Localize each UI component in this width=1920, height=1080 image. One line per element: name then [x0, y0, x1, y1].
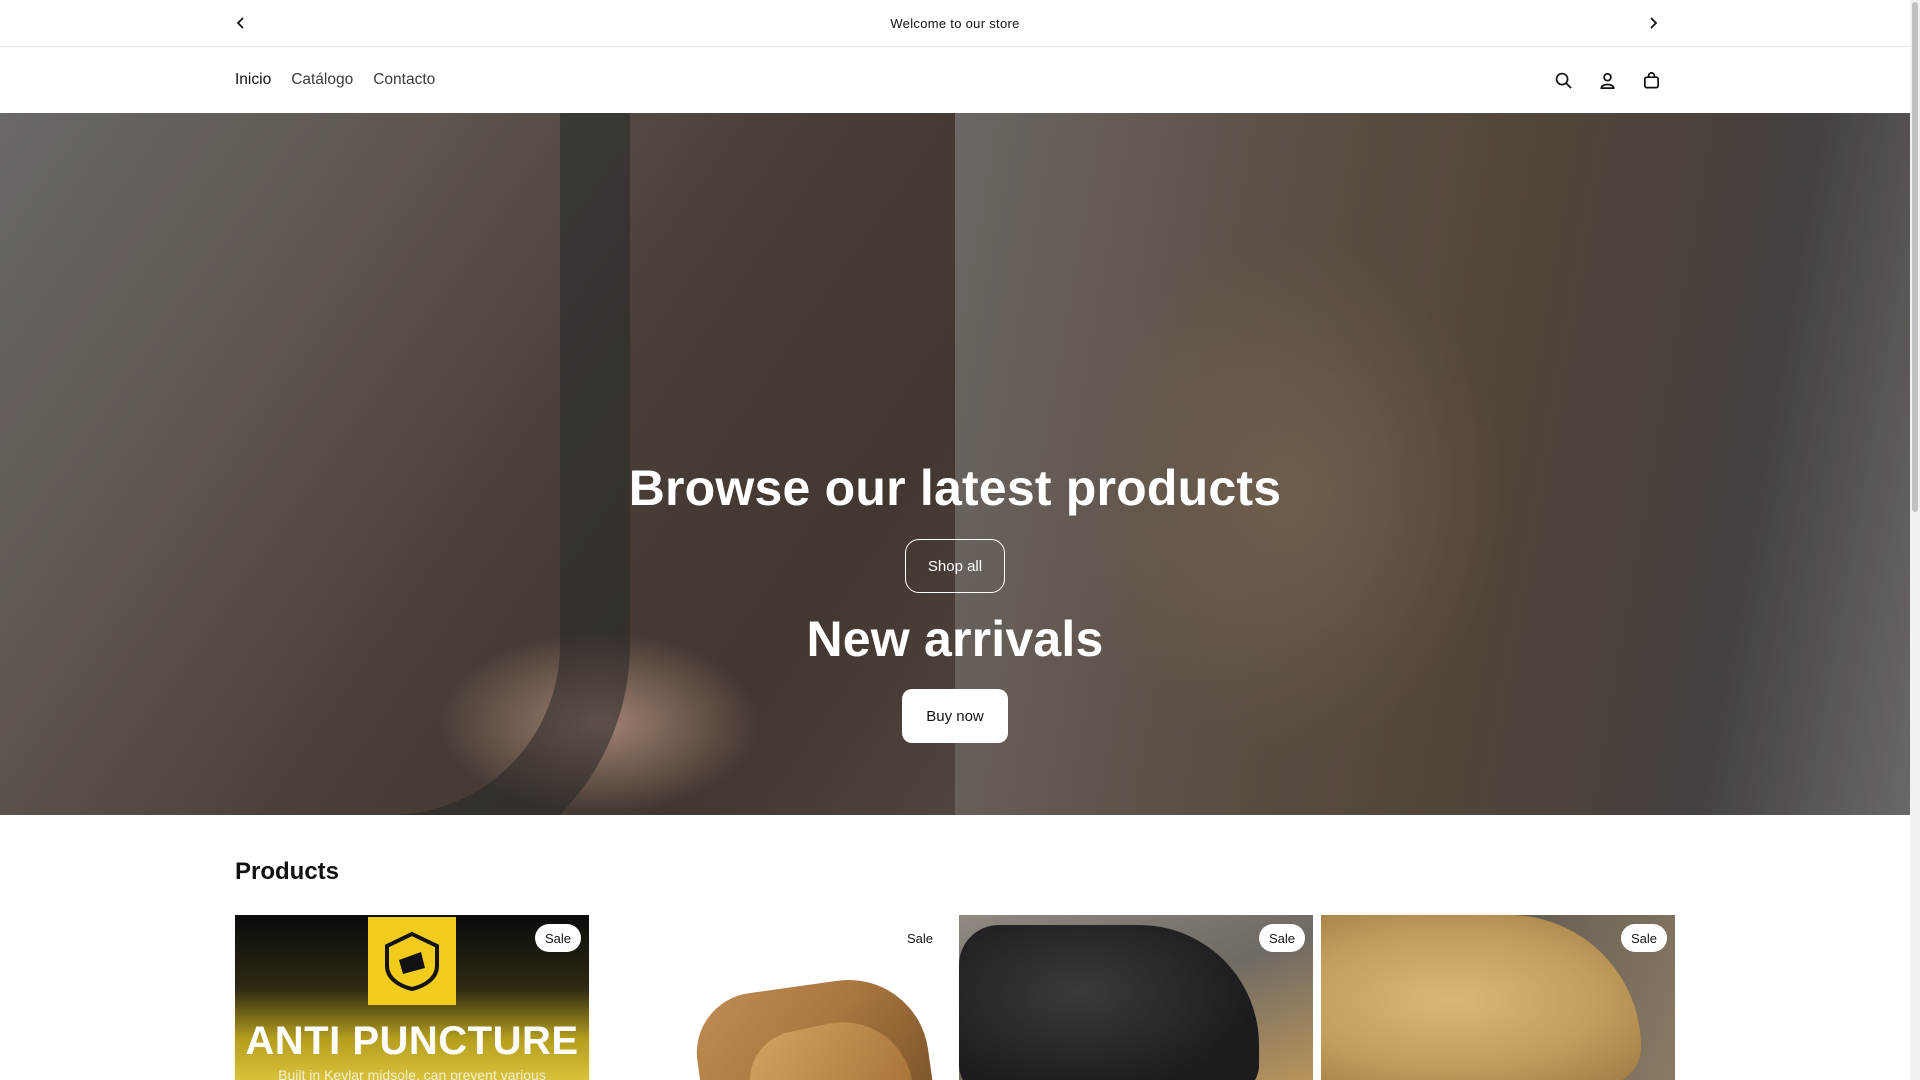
nav-link-inicio[interactable]: Inicio — [235, 71, 271, 89]
product-image-subtext: Built in Kevlar midsole, can prevent var… — [278, 1067, 546, 1080]
shield-logo-icon — [368, 917, 456, 1005]
announcement-next-button[interactable] — [1640, 10, 1666, 36]
nav-link-catalogo[interactable]: Catálogo — [291, 71, 353, 89]
chevron-left-icon — [236, 17, 244, 29]
search-icon — [1555, 72, 1572, 89]
scrollbar-thumb[interactable] — [1912, 2, 1918, 512]
account-icon — [1599, 72, 1615, 89]
site-header: Inicio Catálogo Contacto — [0, 47, 1910, 113]
sale-badge: Sale — [1620, 924, 1667, 952]
products-heading: Products — [235, 858, 340, 885]
cart-button[interactable] — [1639, 68, 1663, 92]
hero-content: Browse our latest products Shop all New … — [0, 113, 1910, 815]
sale-badge: Sale — [534, 924, 581, 952]
product-card[interactable]: Sale — [959, 915, 1313, 1080]
cart-icon — [1643, 71, 1659, 88]
page-scrollbar[interactable] — [1910, 0, 1920, 1080]
hero-banner: Browse our latest products Shop all New … — [0, 113, 1910, 815]
nav-link-contacto[interactable]: Contacto — [373, 71, 435, 89]
product-card[interactable]: Sale — [1321, 915, 1675, 1080]
announcement-prev-button[interactable] — [228, 10, 254, 36]
search-button[interactable] — [1551, 68, 1575, 92]
main-nav: Inicio Catálogo Contacto — [235, 47, 435, 113]
product-card[interactable]: ANTI PUNCTURE Built in Kevlar midsole, c… — [235, 915, 589, 1080]
buy-now-button[interactable]: Buy now — [902, 689, 1008, 743]
product-image-text: ANTI PUNCTURE — [245, 1019, 579, 1063]
sale-badge: Sale — [896, 924, 943, 952]
announcement-message: Welcome to our store — [890, 15, 1020, 31]
shop-all-button[interactable]: Shop all — [905, 539, 1005, 593]
chevron-right-icon — [1650, 17, 1658, 29]
product-grid: ANTI PUNCTURE Built in Kevlar midsole, c… — [235, 915, 1675, 1080]
account-button[interactable] — [1595, 68, 1619, 92]
hero-title: Browse our latest products — [628, 460, 1282, 516]
header-icons — [1551, 47, 1663, 113]
announcement-bar: Welcome to our store — [0, 0, 1910, 47]
hero-subtitle: New arrivals — [806, 611, 1104, 667]
sale-badge: Sale — [1258, 924, 1305, 952]
product-card[interactable]: Sale — [597, 915, 951, 1080]
